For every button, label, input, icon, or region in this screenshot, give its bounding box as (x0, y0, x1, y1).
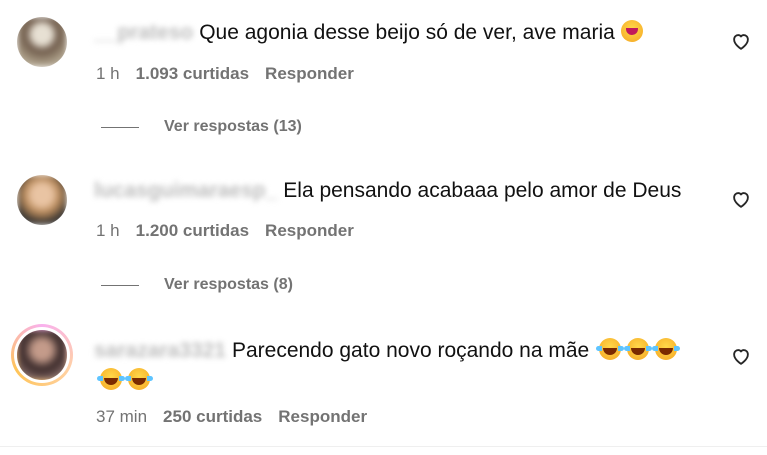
replies-divider (101, 284, 139, 286)
comment-text: Parecendo gato novo roçando na mãe (231, 339, 590, 362)
comment-time: 37 min (96, 407, 148, 426)
comment-text-line: sarazara3321 Parecendo gato novo roçando … (94, 336, 695, 396)
username[interactable]: lucasguimaraesp_ (94, 176, 277, 206)
comment-meta: 1 h 1.200 curtidas Responder (96, 221, 354, 241)
username[interactable]: __prateso (94, 18, 193, 48)
username[interactable]: sarazara3321 (94, 336, 226, 366)
comment-text-line: __prateso Que agonia desse beijo só de ve… (94, 18, 695, 48)
comment-text: Que agonia desse beijo só de ver, ave ma… (199, 21, 615, 44)
comment-text-line: lucasguimaraesp_ Ela pensando acabaaa pel… (94, 176, 695, 206)
tears-of-joy-emoji (97, 368, 125, 390)
reply-button[interactable]: Responder (278, 407, 367, 426)
view-replies-label: Ver respostas (8) (164, 276, 293, 293)
like-count[interactable]: 1.200 curtidas (136, 221, 249, 240)
replies-divider (101, 126, 139, 128)
comment-meta: 1 h 1.093 curtidas Responder (96, 64, 354, 84)
tears-of-joy-emoji (596, 338, 625, 360)
like-count[interactable]: 250 curtidas (163, 407, 262, 426)
avatar[interactable] (17, 175, 67, 225)
avatar[interactable] (17, 17, 67, 67)
tears-of-joy-emoji (624, 338, 653, 360)
view-replies-button[interactable]: Ver respostas (8) (101, 276, 293, 294)
heart-icon[interactable] (730, 30, 752, 52)
comment-time: 1 h (96, 64, 120, 83)
reply-button[interactable]: Responder (265, 221, 354, 240)
tears-of-joy-emoji (125, 368, 153, 390)
reply-button[interactable]: Responder (265, 64, 354, 83)
tired-face-emoji (620, 20, 643, 42)
comment-meta: 37 min 250 curtidas Responder (96, 407, 367, 427)
tears-of-joy-emoji (652, 338, 681, 360)
view-replies-label: Ver respostas (13) (164, 118, 302, 135)
like-count[interactable]: 1.093 curtidas (136, 64, 249, 83)
comment-text: Ela pensando acabaaa pelo amor de Deus (283, 179, 682, 202)
bottom-divider (0, 446, 767, 447)
heart-icon[interactable] (730, 345, 752, 367)
avatar[interactable] (17, 330, 67, 380)
comment-time: 1 h (96, 221, 120, 240)
view-replies-button[interactable]: Ver respostas (13) (101, 118, 302, 136)
heart-icon[interactable] (730, 188, 752, 210)
